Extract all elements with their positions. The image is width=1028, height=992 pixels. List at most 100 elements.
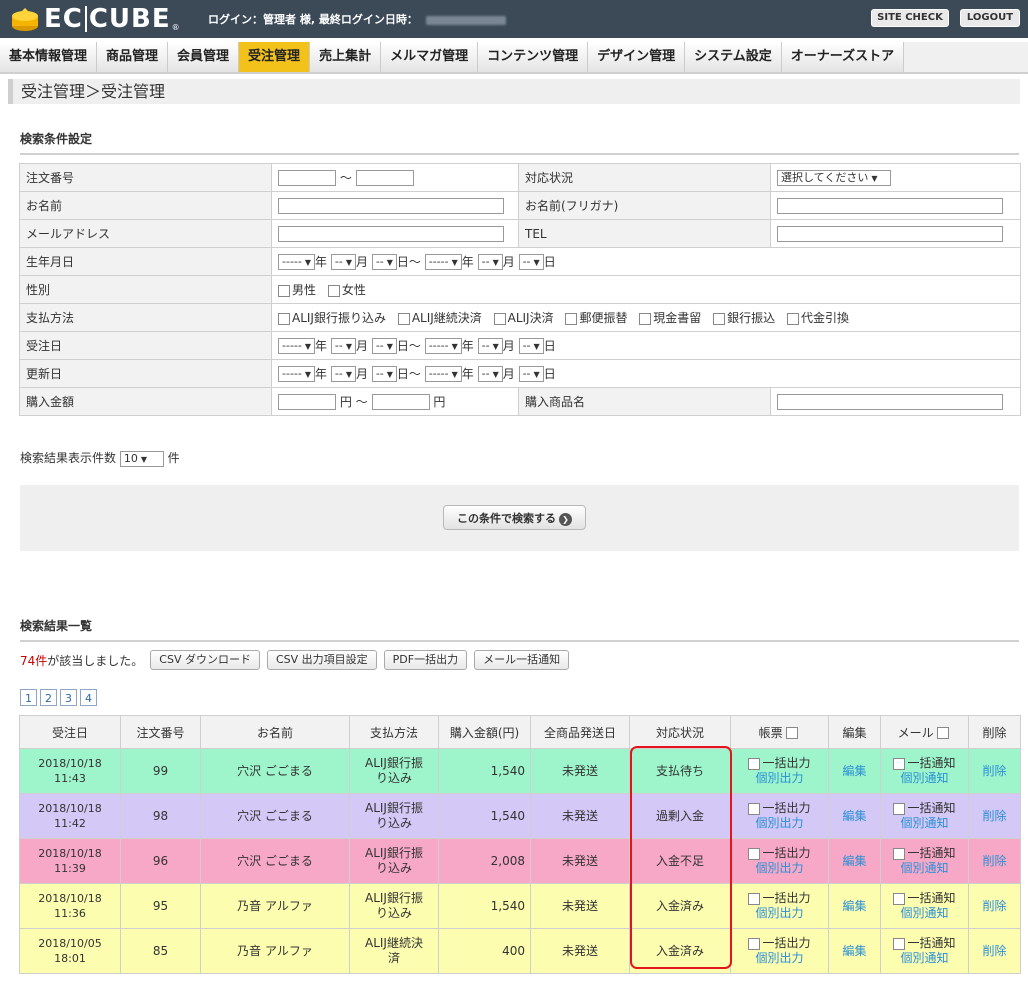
product-name-input[interactable] [777,393,1003,410]
update-from-year-select[interactable]: ----- ▼ [278,366,316,383]
payment-option-checkbox[interactable]: 代金引換 [786,311,849,325]
nav-item-orders[interactable]: 受注管理 [239,42,311,72]
individual-notify-link[interactable]: 個別通知 [900,906,948,920]
birth-to-day-select[interactable]: -- ▼ [518,254,544,271]
search-button[interactable]: この条件で検索する ❯ [443,505,586,530]
birth-to-month-select[interactable]: -- ▼ [477,254,503,271]
bulk-notify-checkbox[interactable] [893,757,906,770]
update-to-month-select[interactable]: -- ▼ [477,366,503,383]
individual-output-link[interactable]: 個別出力 [755,771,803,785]
individual-notify-link[interactable]: 個別通知 [900,771,948,785]
forms-select-all-checkbox[interactable] [786,727,799,739]
edit-link[interactable]: 編集 [842,809,866,823]
mail-bulk-button[interactable]: メール一括通知 [474,650,570,670]
edit-link[interactable]: 編集 [842,899,866,913]
bulk-output-checkbox[interactable] [748,802,761,815]
payment-option-checkbox[interactable]: 郵便振替 [565,311,627,325]
nav-item-system[interactable]: システム設定 [685,42,782,72]
logout-button[interactable]: LOGOUT [960,9,1020,27]
nav-item-basic-info[interactable]: 基本情報管理 [0,42,98,72]
gender-female-checkbox[interactable]: 女性 [327,283,366,297]
pdf-bulk-button[interactable]: PDF一括出力 [383,650,468,670]
nav-item-products[interactable]: 商品管理 [97,42,169,72]
nav-item-mail-magazine[interactable]: メルマガ管理 [381,42,479,72]
individual-notify-link[interactable]: 個別通知 [900,861,948,875]
edit-link[interactable]: 編集 [842,854,866,868]
bulk-output-checkbox[interactable] [748,757,761,770]
update-from-day-select[interactable]: -- ▼ [371,366,397,383]
delete-link[interactable]: 削除 [982,944,1006,958]
csv-download-button[interactable]: CSV ダウンロード [150,650,260,670]
order-no-to-input[interactable] [355,170,414,187]
bulk-notify-checkbox[interactable] [893,802,906,815]
update-from-month-select[interactable]: -- ▼ [330,366,356,383]
nav-item-contents[interactable]: コンテンツ管理 [478,42,589,72]
payment-option-checkbox[interactable]: ALIJ継続決済 [397,311,482,325]
payment-cell: ALIJ銀行振 り込み [349,793,439,839]
payment-option-checkbox[interactable]: ALIJ決済 [493,311,554,325]
label-status: 対応状況 [518,163,771,192]
order-from-year-select[interactable]: ----- ▼ [278,338,316,355]
payment-option-checkbox[interactable]: 銀行振込 [713,311,775,325]
mail-select-all-checkbox[interactable] [937,727,950,739]
delete-link[interactable]: 削除 [982,764,1006,778]
gender-male-checkbox[interactable]: 男性 [278,283,316,297]
bulk-notify-checkbox[interactable] [893,847,906,860]
name-input[interactable] [278,197,504,214]
individual-output-link[interactable]: 個別出力 [755,816,803,830]
results-per-page-select[interactable]: 10 ▼ [119,450,164,467]
update-date-range: ----- ▼ 年 -- ▼ 月 -- ▼ 日〜 ----- ▼ 年 -- ▼ 月 -- ▼ 日 [271,359,1021,388]
order-no-from-input[interactable] [278,170,336,187]
amount-to-input[interactable] [371,394,430,411]
birth-from-day-select[interactable]: -- ▼ [371,254,397,271]
delete-link[interactable]: 削除 [982,809,1006,823]
bulk-output-checkbox[interactable] [748,892,761,905]
nav-item-owners-store[interactable]: オーナーズストア [781,42,905,72]
delete-cell: 削除 [968,883,1021,929]
birth-to-year-select[interactable]: ----- ▼ [424,254,462,271]
amount-from-input[interactable] [278,394,336,411]
individual-output-link[interactable]: 個別出力 [755,951,803,965]
order-to-year-select[interactable]: ----- ▼ [424,338,462,355]
nav-item-design[interactable]: デザイン管理 [588,42,686,72]
order-date-cell: 2018/10/18 11:36 [19,883,121,929]
edit-link[interactable]: 編集 [842,944,866,958]
col-order-no: 注文番号 [120,715,201,749]
order-to-month-select[interactable]: -- ▼ [477,338,503,355]
page-link[interactable]: 1 [20,689,37,706]
order-from-day-select[interactable]: -- ▼ [371,338,397,355]
payment-option-checkbox[interactable]: ALIJ銀行振り込み [278,311,386,325]
tel-input[interactable] [777,225,1003,242]
ec-cube-logo[interactable]: EC CUBE ® [10,6,180,32]
page-link[interactable]: 3 [60,689,77,706]
edit-link[interactable]: 編集 [842,764,866,778]
edit-cell: 編集 [828,838,881,884]
update-to-day-select[interactable]: -- ▼ [518,366,544,383]
page-link[interactable]: 2 [40,689,57,706]
delete-link[interactable]: 削除 [982,899,1006,913]
order-from-month-select[interactable]: -- ▼ [330,338,356,355]
csv-settings-button[interactable]: CSV 出力項目設定 [266,650,377,670]
payment-option-checkbox[interactable]: 現金書留 [639,311,701,325]
delete-link[interactable]: 削除 [982,854,1006,868]
bulk-output-checkbox[interactable] [748,937,761,950]
birth-from-month-select[interactable]: -- ▼ [330,254,356,271]
bulk-notify-checkbox[interactable] [893,892,906,905]
birth-from-year-select[interactable]: ----- ▼ [278,254,316,271]
status-select[interactable]: 選択してください ▼ [777,169,891,186]
bulk-output-checkbox[interactable] [748,847,761,860]
update-to-year-select[interactable]: ----- ▼ [424,366,462,383]
individual-notify-link[interactable]: 個別通知 [900,951,948,965]
email-input[interactable] [278,225,504,242]
page-link[interactable]: 4 [80,689,97,706]
nav-item-sales-report[interactable]: 売上集計 [310,42,382,72]
nav-item-customers[interactable]: 会員管理 [168,42,240,72]
bulk-notify-checkbox[interactable] [893,937,906,950]
order-to-day-select[interactable]: -- ▼ [518,338,544,355]
individual-output-link[interactable]: 個別出力 [755,906,803,920]
label-order-no: 注文番号 [19,163,272,192]
individual-notify-link[interactable]: 個別通知 [900,816,948,830]
individual-output-link[interactable]: 個別出力 [755,861,803,875]
site-check-button[interactable]: SITE CHECK [871,9,949,27]
name-kana-input[interactable] [777,197,1003,214]
